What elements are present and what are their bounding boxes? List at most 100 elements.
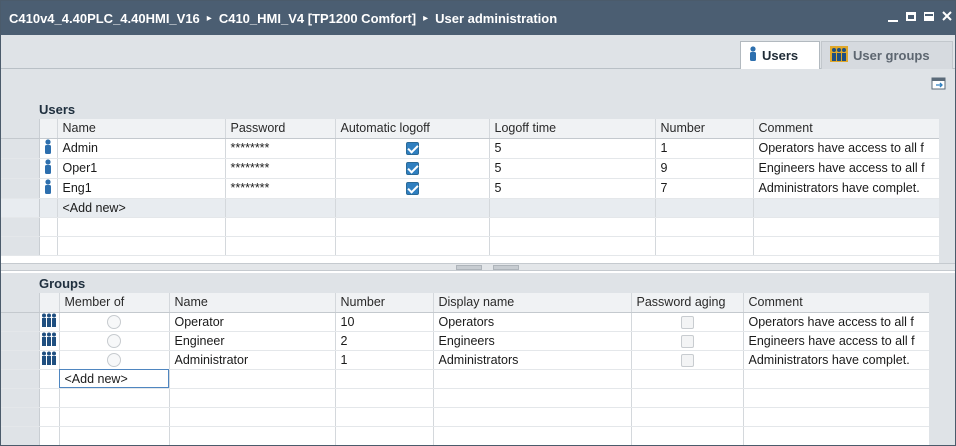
groups-header-row: Member of Name Number Display name Passw… bbox=[1, 293, 932, 313]
collapse-up-handle[interactable] bbox=[456, 265, 482, 270]
member-of-cell[interactable] bbox=[59, 331, 170, 351]
section-splitter[interactable] bbox=[1, 263, 955, 271]
user-name-cell[interactable]: Eng1 bbox=[57, 178, 226, 199]
group-comment-cell[interactable]: Operators have access to all f bbox=[743, 312, 932, 332]
column-header-password-aging[interactable]: Password aging bbox=[631, 293, 744, 313]
user-number-cell[interactable]: 9 bbox=[655, 158, 754, 179]
logoff-time-cell[interactable]: 5 bbox=[489, 158, 656, 179]
user-name-cell[interactable]: Oper1 bbox=[57, 158, 226, 179]
member-of-cell[interactable] bbox=[59, 312, 170, 332]
automatic-logoff-cell[interactable] bbox=[335, 138, 490, 159]
column-header-comment[interactable]: Comment bbox=[753, 119, 942, 139]
close-icon[interactable] bbox=[941, 9, 953, 23]
empty-cell bbox=[631, 426, 744, 445]
password-aging-checkbox[interactable] bbox=[680, 334, 694, 348]
add-new-group-cell[interactable]: <Add new> bbox=[59, 369, 170, 389]
column-header-display-name[interactable]: Display name bbox=[433, 293, 632, 313]
automatic-logoff-checkbox[interactable] bbox=[405, 142, 419, 156]
display-name-cell[interactable]: Operators bbox=[433, 312, 632, 332]
logoff-time-cell[interactable]: 5 bbox=[489, 178, 656, 199]
column-header-member-of[interactable]: Member of bbox=[59, 293, 170, 313]
password-aging-checkbox[interactable] bbox=[680, 315, 694, 329]
add-new-row[interactable]: <Add new> bbox=[1, 369, 932, 389]
table-row[interactable]: Admin ******** 5 1 Operators have access… bbox=[1, 138, 942, 159]
row-selector[interactable] bbox=[1, 198, 40, 218]
group-comment-cell[interactable]: Engineers have access to all f bbox=[743, 331, 932, 351]
column-header-logoff-time[interactable]: Logoff time bbox=[489, 119, 656, 139]
group-number-cell[interactable]: 10 bbox=[335, 312, 434, 332]
window-controls bbox=[887, 9, 953, 23]
float-window-icon[interactable] bbox=[905, 9, 917, 23]
export-icon[interactable] bbox=[931, 77, 947, 91]
users-scroll-gutter[interactable] bbox=[939, 119, 955, 263]
groups-scroll-gutter[interactable] bbox=[929, 293, 955, 445]
row-selector[interactable] bbox=[1, 178, 40, 199]
column-header-password[interactable]: Password bbox=[225, 119, 336, 139]
column-header-number[interactable]: Number bbox=[655, 119, 754, 139]
table-row[interactable]: Administrator 1 Administrators Administr… bbox=[1, 350, 932, 370]
automatic-logoff-cell[interactable] bbox=[335, 178, 490, 199]
display-name-cell[interactable]: Engineers bbox=[433, 331, 632, 351]
user-comment-cell[interactable]: Operators have access to all f bbox=[753, 138, 942, 159]
maximize-icon[interactable] bbox=[923, 9, 935, 23]
group-number-cell[interactable]: 2 bbox=[335, 331, 434, 351]
collapse-down-handle[interactable] bbox=[493, 265, 519, 270]
column-header-group-name[interactable]: Name bbox=[169, 293, 336, 313]
member-of-radio[interactable] bbox=[107, 352, 121, 367]
row-selector[interactable] bbox=[1, 158, 40, 179]
add-new-row[interactable]: <Add new> bbox=[1, 198, 942, 218]
table-row[interactable]: Eng1 ******** 5 7 Administrators have co… bbox=[1, 178, 942, 199]
password-aging-cell[interactable] bbox=[631, 331, 744, 351]
group-icon bbox=[39, 331, 60, 351]
group-name-cell[interactable]: Administrator bbox=[169, 350, 336, 370]
tab-user-groups[interactable]: User groups bbox=[821, 41, 953, 69]
automatic-logoff-checkbox[interactable] bbox=[405, 162, 419, 176]
row-selector[interactable] bbox=[1, 312, 40, 332]
password-aging-cell[interactable] bbox=[631, 312, 744, 332]
member-of-radio[interactable] bbox=[107, 333, 121, 348]
empty-cell bbox=[335, 236, 490, 256]
column-header-automatic-logoff[interactable]: Automatic logoff bbox=[335, 119, 490, 139]
column-header-group-number[interactable]: Number bbox=[335, 293, 434, 313]
user-password-cell[interactable]: ******** bbox=[225, 178, 336, 199]
empty-cell bbox=[433, 388, 632, 408]
row-selector[interactable] bbox=[1, 350, 40, 370]
user-number-cell[interactable]: 1 bbox=[655, 138, 754, 159]
user-comment-cell[interactable]: Engineers have access to all f bbox=[753, 158, 942, 179]
logoff-time-cell[interactable]: 5 bbox=[489, 138, 656, 159]
user-name-cell[interactable]: Admin bbox=[57, 138, 226, 159]
table-row[interactable]: Engineer 2 Engineers Engineers have acce… bbox=[1, 331, 932, 351]
empty-cell bbox=[169, 407, 336, 427]
minimize-icon[interactable] bbox=[887, 9, 899, 23]
row-selector[interactable] bbox=[1, 369, 40, 389]
table-row[interactable]: Oper1 ******** 5 9 Engineers have access… bbox=[1, 158, 942, 179]
tab-users[interactable]: Users bbox=[740, 41, 820, 69]
column-header-group-comment[interactable]: Comment bbox=[743, 293, 932, 313]
column-header-name[interactable]: Name bbox=[57, 119, 226, 139]
automatic-logoff-cell[interactable] bbox=[335, 158, 490, 179]
password-aging-checkbox[interactable] bbox=[680, 353, 694, 367]
automatic-logoff-checkbox[interactable] bbox=[405, 182, 419, 196]
group-name-cell[interactable]: Operator bbox=[169, 312, 336, 332]
empty-cell bbox=[39, 217, 58, 237]
table-row[interactable]: Operator 10 Operators Operators have acc… bbox=[1, 312, 932, 332]
display-name-cell[interactable]: Administrators bbox=[433, 350, 632, 370]
password-aging-cell[interactable] bbox=[631, 350, 744, 370]
empty-cell bbox=[39, 236, 58, 256]
user-number-cell[interactable]: 7 bbox=[655, 178, 754, 199]
add-new-user-cell[interactable]: <Add new> bbox=[57, 198, 226, 218]
row-selector[interactable] bbox=[1, 138, 40, 159]
empty-cell bbox=[655, 217, 754, 237]
tab-user-groups-label: User groups bbox=[853, 48, 930, 63]
group-comment-cell[interactable]: Administrators have complet. bbox=[743, 350, 932, 370]
breadcrumb-project[interactable]: C410v4_4.40PLC_4.40HMI_V16 bbox=[9, 11, 200, 26]
user-password-cell[interactable]: ******** bbox=[225, 158, 336, 179]
breadcrumb-device[interactable]: C410_HMI_V4 [TP1200 Comfort] bbox=[219, 11, 416, 26]
member-of-cell[interactable] bbox=[59, 350, 170, 370]
user-comment-cell[interactable]: Administrators have complet. bbox=[753, 178, 942, 199]
member-of-radio[interactable] bbox=[107, 314, 121, 329]
row-selector[interactable] bbox=[1, 331, 40, 351]
user-password-cell[interactable]: ******** bbox=[225, 138, 336, 159]
group-number-cell[interactable]: 1 bbox=[335, 350, 434, 370]
group-name-cell[interactable]: Engineer bbox=[169, 331, 336, 351]
